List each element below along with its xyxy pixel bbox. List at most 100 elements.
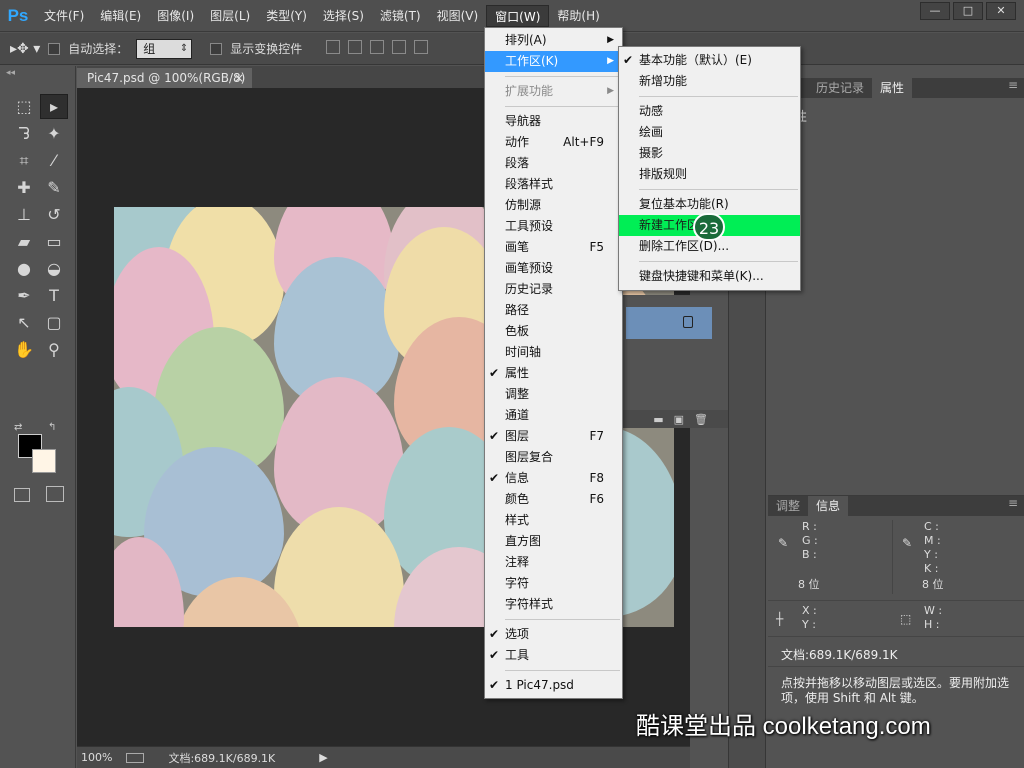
window-menu-item[interactable]: 样式 [485,510,622,531]
move-tool-icon[interactable]: ▸✥ ▾ [10,41,40,57]
window-menu-item[interactable]: 颜色 F6 [485,489,622,510]
window-menu-item[interactable]: ✔ 工具 [485,645,622,666]
workspace-menu-item-label: 删除工作区(D)... [639,239,730,253]
delete-layer-icon[interactable]: 🗑 [694,413,708,426]
path-selection-tool-icon[interactable]: ↖ [10,310,38,335]
layer-row[interactable] [626,307,712,339]
reset-colors-icon[interactable]: ↰ [48,422,56,433]
minimize-button[interactable]: — [920,2,950,20]
menu-image[interactable]: 图像(I) [149,5,202,27]
healing-brush-tool-icon[interactable]: ✚ [10,175,38,200]
menu-window[interactable]: 窗口(W) [486,4,550,27]
auto-select-checkbox[interactable] [48,42,61,55]
window-menu-item[interactable]: 调整 [485,384,622,405]
type-tool-icon[interactable]: T [40,283,68,308]
quick-mask-icon[interactable] [14,488,30,502]
window-menu-item[interactable]: 排列(A) ▶ [485,30,622,51]
workspace-menu-item[interactable]: 键盘快捷键和菜单(K)... [619,266,800,287]
close-window-button[interactable]: ✕ [986,2,1016,20]
swap-colors-icon[interactable]: ⇄ [14,422,22,433]
new-group-icon[interactable]: ▬ [653,413,663,426]
align-bottom-icon[interactable] [369,40,384,54]
tab-properties[interactable]: 属性 [872,78,913,98]
window-menu-item[interactable]: 段落 [485,153,622,174]
workspace-menu-item[interactable]: 新增功能 [619,71,800,92]
workspace-menu-item[interactable]: 排版规则 [619,164,800,185]
zoom-tool-icon[interactable]: ⚲ [40,337,68,362]
align-center-icon[interactable] [413,40,428,54]
menu-select[interactable]: 选择(S) [315,5,372,27]
background-color-swatch[interactable] [32,449,56,473]
window-menu-item[interactable]: 仿制源 [485,195,622,216]
window-menu-item[interactable]: 色板 [485,321,622,342]
collapse-icon[interactable]: ◂◂ [6,68,15,78]
magic-wand-tool-icon[interactable]: ✦ [40,121,68,146]
auto-select-dropdown[interactable]: 组 [136,38,193,59]
zoom-level[interactable]: 100% [81,751,112,764]
window-menu-item[interactable]: 工具预设 [485,216,622,237]
window-menu-item[interactable]: ✔ 1 Pic47.psd [485,675,622,696]
align-left-icon[interactable] [391,40,406,54]
menu-edit[interactable]: 编辑(E) [92,5,149,27]
tab-info[interactable]: 信息 [808,496,849,516]
new-layer-icon[interactable]: ▣ [674,413,684,426]
window-menu-item[interactable]: 字符样式 [485,594,622,615]
window-menu-item[interactable]: 路径 [485,300,622,321]
document-tab[interactable]: Pic47.psd @ 100%(RGB/8) × [77,68,252,88]
close-tab-icon[interactable]: × [234,68,244,88]
window-menu-item[interactable]: 画笔预设 [485,258,622,279]
lasso-tool-icon[interactable]: ᘊ [10,121,38,146]
tab-adjustments[interactable]: 调整 [768,496,808,516]
menu-file[interactable]: 文件(F) [36,5,92,27]
window-menu-item[interactable]: 画笔 F5 [485,237,622,258]
window-menu-item[interactable]: ✔ 属性 [485,363,622,384]
window-menu-item[interactable]: 段落样式 [485,174,622,195]
show-transform-checkbox[interactable] [210,42,223,55]
menu-type[interactable]: 类型(Y) [258,5,315,27]
window-menu-item[interactable]: ✔ 选项 [485,624,622,645]
window-menu-item[interactable]: 动作 Alt+F9 [485,132,622,153]
marquee-tool-icon[interactable]: ⬚ [10,94,38,119]
blur-tool-icon[interactable]: ● [10,256,38,281]
workspace-menu-item[interactable]: 绘画 [619,122,800,143]
shape-tool-icon[interactable]: ▢ [40,310,68,335]
menu-filter[interactable]: 滤镜(T) [372,5,429,27]
info-menu-icon[interactable]: ≡ [1008,496,1024,516]
clone-stamp-tool-icon[interactable]: ⊥ [10,202,38,227]
menu-help[interactable]: 帮助(H) [549,5,607,27]
workspace-menu-item[interactable]: 摄影 [619,143,800,164]
hand-tool-icon[interactable]: ✋ [10,337,38,362]
window-menu-item[interactable]: 图层复合 [485,447,622,468]
pen-tool-icon[interactable]: ✒ [10,283,38,308]
window-menu-item[interactable]: 注释 [485,552,622,573]
workspace-menu-item[interactable]: ✔ 基本功能（默认）(E) [619,50,800,71]
menu-view[interactable]: 视图(V) [429,5,487,27]
move-tool-icon[interactable]: ▸ [40,94,68,119]
window-menu-item[interactable]: 历史记录 [485,279,622,300]
dodge-tool-icon[interactable]: ◒ [40,256,68,281]
status-arrow-icon[interactable]: ▶ [319,751,327,764]
eraser-tool-icon[interactable]: ▰ [10,229,38,254]
window-menu-item[interactable]: 工作区(K) ▶ [485,51,622,72]
align-middle-icon[interactable] [348,40,363,54]
crop-tool-icon[interactable]: ⌗ [10,148,38,173]
brush-tool-icon[interactable]: ✎ [40,175,68,200]
history-brush-tool-icon[interactable]: ↺ [40,202,68,227]
maximize-button[interactable]: □ [953,2,983,20]
screen-mode-icon[interactable] [46,486,64,502]
align-top-icon[interactable] [326,40,341,54]
workspace-menu-item[interactable]: 动感 [619,101,800,122]
panel-menu-icon[interactable]: ≡ [1008,78,1024,98]
gradient-tool-icon[interactable]: ▭ [40,229,68,254]
workspace-menu-item[interactable]: 复位基本功能(R) [619,194,800,215]
window-menu-item[interactable]: 通道 [485,405,622,426]
menu-layer[interactable]: 图层(L) [202,5,258,27]
window-menu-item[interactable]: ✔ 图层 F7 [485,426,622,447]
window-menu-item[interactable]: 直方图 [485,531,622,552]
tab-history[interactable]: 历史记录 [808,78,872,98]
eyedropper-tool-icon[interactable]: ⁄ [40,148,68,173]
window-menu-item[interactable]: 时间轴 [485,342,622,363]
window-menu-item[interactable]: 字符 [485,573,622,594]
window-menu-item[interactable]: 导航器 [485,111,622,132]
window-menu-item[interactable]: ✔ 信息 F8 [485,468,622,489]
